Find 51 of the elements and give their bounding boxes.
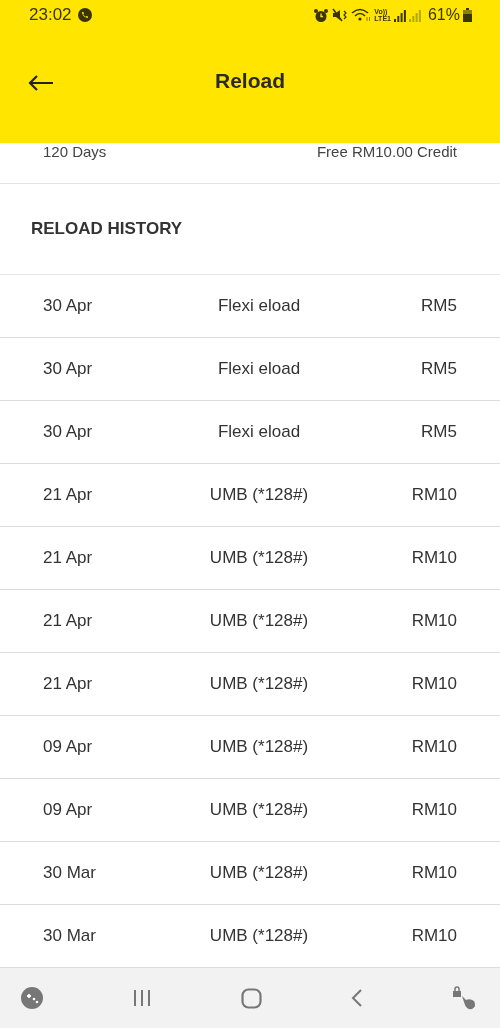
reload-method: UMB (*128#) (209, 863, 309, 883)
reload-amount: RM5 (421, 422, 457, 442)
reload-date: 30 Apr (43, 359, 93, 379)
wifi-icon (351, 8, 372, 22)
page-title: Reload (215, 68, 285, 93)
battery-percentage: 61% (427, 6, 460, 24)
reload-method: UMB (*128#) (209, 737, 309, 757)
reload-date: 30 Mar (43, 926, 96, 946)
reload-date: 21 Apr (43, 611, 93, 631)
reload-method: UMB (*128#) (209, 674, 309, 694)
reload-amount: RM10 (411, 611, 457, 631)
signal-icon (408, 8, 421, 22)
signal-icon (393, 8, 406, 22)
reload-date: 30 Apr (43, 296, 93, 316)
section-title: RELOAD HISTORY (31, 219, 183, 239)
reload-method: UMB (*128#) (209, 800, 309, 820)
reload-amount: RM5 (421, 296, 457, 316)
reload-date: 30 Mar (43, 863, 96, 883)
reload-date: 30 Apr (43, 422, 93, 442)
reload-method: UMB (*128#) (209, 548, 309, 568)
reload-amount: RM10 (411, 737, 457, 757)
reload-amount: RM10 (411, 926, 457, 946)
reload-method: UMB (*128#) (209, 485, 309, 505)
reload-amount: RM5 (421, 359, 457, 379)
vibrate-mute-icon (332, 8, 349, 22)
reload-amount: RM10 (411, 548, 457, 568)
plan-bonus: Free RM10.00 Credit (316, 143, 457, 162)
recent-apps-icon[interactable] (132, 989, 152, 1007)
battery-icon (463, 8, 472, 22)
back-icon[interactable] (351, 988, 363, 1008)
phone-call-icon (77, 8, 92, 22)
reload-method: Flexi eload (217, 422, 301, 442)
reload-method: Flexi eload (217, 296, 301, 316)
reload-date: 21 Apr (43, 674, 93, 694)
plan-validity: 120 Days (43, 143, 107, 162)
home-icon[interactable] (241, 987, 262, 1009)
reload-method: UMB (*128#) (209, 926, 309, 946)
reload-date: 21 Apr (43, 485, 93, 505)
reload-date: 09 Apr (43, 800, 93, 820)
alarm-icon (313, 7, 330, 23)
reload-amount: RM10 (411, 800, 457, 820)
reload-method: UMB (*128#) (209, 611, 309, 631)
reload-method: Flexi eload (217, 359, 301, 379)
reload-amount: RM10 (411, 485, 457, 505)
reload-amount: RM10 (411, 863, 457, 883)
back-arrow-icon (28, 74, 54, 92)
reload-date: 09 Apr (43, 737, 93, 757)
status-time: 23:02 (29, 5, 72, 25)
reload-date: 21 Apr (43, 548, 93, 568)
reload-amount: RM10 (411, 674, 457, 694)
lock-hand-icon[interactable] (452, 986, 478, 1010)
